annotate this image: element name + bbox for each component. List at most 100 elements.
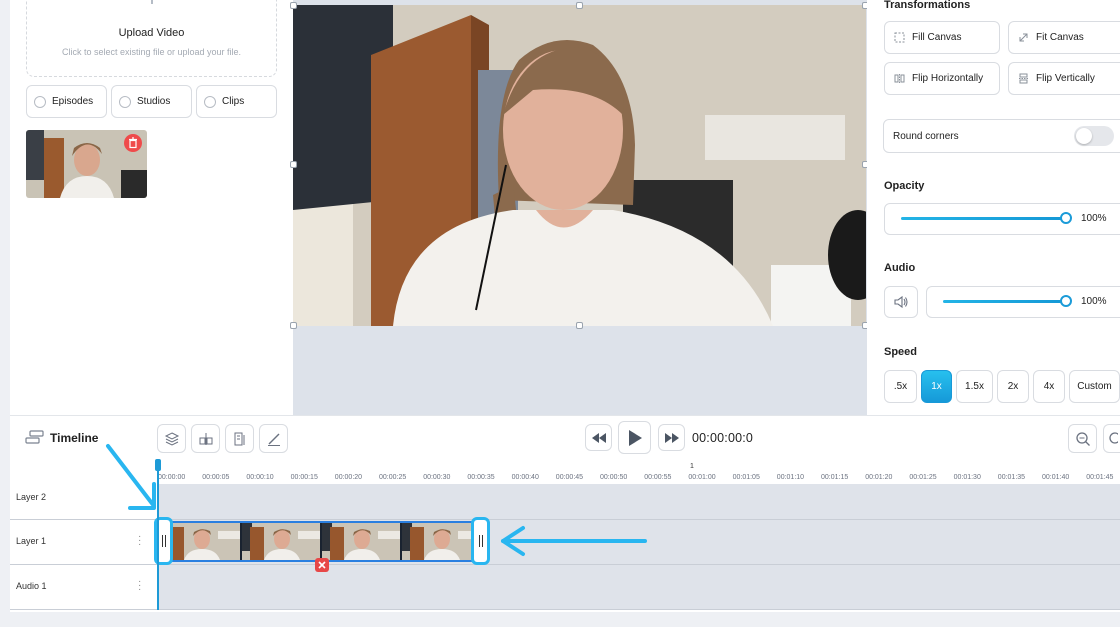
ruler-tick-label: 00:00:10 bbox=[246, 474, 274, 481]
resize-handle[interactable] bbox=[576, 322, 583, 329]
edit-button[interactable] bbox=[259, 424, 288, 453]
transformations-label: Transformations bbox=[884, 0, 971, 11]
audio-slider-track[interactable] bbox=[943, 300, 1066, 303]
annotation-arrow-left-handle bbox=[106, 444, 156, 510]
row-divider bbox=[10, 519, 1120, 520]
pen-icon bbox=[267, 433, 280, 446]
split-button[interactable] bbox=[191, 424, 220, 453]
audio-value: 100% bbox=[1081, 296, 1107, 307]
flip-vertical-icon bbox=[1019, 73, 1028, 84]
round-corners-toggle[interactable] bbox=[1074, 126, 1114, 146]
mute-button[interactable] bbox=[884, 286, 918, 318]
filter-studios[interactable]: Studios bbox=[111, 85, 192, 118]
delete-media-button[interactable] bbox=[124, 134, 142, 152]
speed-1x-button[interactable]: 1x bbox=[921, 370, 952, 403]
resize-handle[interactable] bbox=[290, 322, 297, 329]
zoom-out-icon bbox=[1075, 431, 1090, 446]
radio-icon bbox=[34, 95, 46, 108]
layer-label-layer-2: Layer 2 bbox=[16, 492, 47, 502]
ruler-tick-label: 00:01:35 bbox=[997, 474, 1026, 481]
ruler-tick-label: 00:01:10 bbox=[776, 474, 805, 481]
shuffle-button[interactable] bbox=[225, 424, 254, 453]
speed-0-5x-button[interactable]: .5x bbox=[884, 370, 917, 403]
opacity-slider-track[interactable] bbox=[901, 217, 1066, 220]
radio-icon bbox=[119, 95, 131, 108]
row-divider bbox=[10, 609, 1120, 610]
layer-1-menu-icon[interactable]: · · · bbox=[138, 532, 142, 550]
zoom-in-icon bbox=[1109, 431, 1118, 444]
audio-1-menu-icon[interactable]: · · · bbox=[138, 577, 142, 595]
fill-canvas-icon bbox=[894, 32, 905, 43]
audio-slider-knob[interactable] bbox=[1060, 295, 1072, 307]
round-corners-label: Round corners bbox=[893, 130, 959, 142]
toggle-knob bbox=[1076, 128, 1092, 144]
ruler-tick-label: 00:01:40 bbox=[1042, 474, 1070, 481]
play-button[interactable] bbox=[618, 421, 651, 454]
filter-label: Episodes bbox=[52, 96, 94, 107]
ruler-tick-label: 00:00:20 bbox=[334, 474, 363, 481]
fast-forward-icon bbox=[664, 432, 679, 443]
zoom-out-button[interactable] bbox=[1068, 424, 1097, 453]
flip-vertically-label: Flip Vertically bbox=[1036, 73, 1095, 84]
ruler-tick-label: 00:00:45 bbox=[555, 474, 584, 481]
opacity-label: Opacity bbox=[884, 180, 925, 192]
ruler-tick-label: 00:01:45 bbox=[1086, 474, 1114, 481]
ruler-tick-label: 00:00:30 bbox=[423, 474, 451, 481]
grip-icon bbox=[478, 535, 483, 547]
radio-icon bbox=[204, 95, 216, 108]
speed-1-5x-button[interactable]: 1.5x bbox=[956, 370, 993, 403]
resize-handle[interactable] bbox=[290, 2, 297, 9]
timeline-title: Timeline bbox=[50, 431, 99, 445]
marker-label: 1 bbox=[690, 463, 694, 470]
flip-horizontally-label: Flip Horizontally bbox=[912, 73, 984, 84]
ruler-tick-label: 00:00:50 bbox=[600, 474, 628, 481]
speed-custom-button[interactable]: Custom bbox=[1069, 370, 1120, 403]
zoom-in-button[interactable] bbox=[1103, 424, 1120, 453]
opacity-value: 100% bbox=[1081, 213, 1107, 224]
playback-time: 00:00:00:0 bbox=[692, 431, 754, 445]
ruler-tick-label: 00:01:05 bbox=[732, 474, 760, 481]
filter-label: Clips bbox=[222, 96, 245, 107]
upload-video-subtitle: Click to select existing file or upload … bbox=[61, 47, 242, 57]
flip-vertically-button[interactable]: Flip Vertically bbox=[1008, 62, 1120, 95]
flip-horizontal-icon bbox=[894, 74, 905, 83]
resize-handle[interactable] bbox=[290, 161, 297, 168]
ruler-tick-label: 00:01:25 bbox=[909, 474, 937, 481]
row-divider bbox=[10, 564, 1120, 565]
split-icon bbox=[199, 432, 212, 445]
flip-horizontally-button[interactable]: Flip Horizontally bbox=[884, 62, 1000, 95]
fit-canvas-button[interactable]: Fit Canvas bbox=[1008, 21, 1120, 54]
speed-4x-button[interactable]: 4x bbox=[1033, 370, 1065, 403]
video-clip[interactable] bbox=[160, 521, 480, 562]
grip-icon bbox=[161, 535, 166, 547]
layer-label-layer-1: Layer 1 bbox=[16, 536, 47, 546]
layer-2-track[interactable] bbox=[158, 484, 1120, 519]
ruler-tick-label: 00:01:20 bbox=[865, 474, 893, 481]
resize-handle[interactable] bbox=[576, 2, 583, 9]
ruler-tick-label: 00:00:05 bbox=[202, 474, 230, 481]
fill-canvas-button[interactable]: Fill Canvas bbox=[884, 21, 1000, 54]
filter-clips[interactable]: Clips bbox=[196, 85, 277, 118]
trash-icon bbox=[129, 137, 137, 149]
speed-2x-button[interactable]: 2x bbox=[997, 370, 1029, 403]
ruler-tick-label: 00:00:25 bbox=[379, 474, 407, 481]
speaker-icon bbox=[894, 295, 908, 309]
video-preview[interactable] bbox=[293, 5, 866, 326]
ruler-tick-label: 00:01:00 bbox=[688, 474, 716, 481]
ruler-tick-label: 00:01:30 bbox=[953, 474, 981, 481]
audio-label: Audio bbox=[884, 262, 916, 274]
opacity-slider-knob[interactable] bbox=[1060, 212, 1072, 224]
ruler-tick-label: 00:00:40 bbox=[511, 474, 539, 481]
ruler-tick-label: 00:01:15 bbox=[821, 474, 849, 481]
rewind-button[interactable] bbox=[585, 424, 612, 451]
filter-episodes[interactable]: Episodes bbox=[26, 85, 107, 118]
remove-clip-button[interactable] bbox=[315, 558, 329, 572]
fast-forward-button[interactable] bbox=[658, 424, 685, 451]
clip-trim-handle-right[interactable] bbox=[471, 517, 490, 565]
audio-1-track[interactable] bbox=[158, 565, 1120, 609]
clip-filmstrip bbox=[162, 523, 478, 560]
fit-canvas-label: Fit Canvas bbox=[1036, 32, 1084, 43]
upload-cloud-icon bbox=[151, 0, 153, 4]
timeline-icon bbox=[25, 430, 44, 444]
filter-label: Studios bbox=[137, 96, 171, 107]
